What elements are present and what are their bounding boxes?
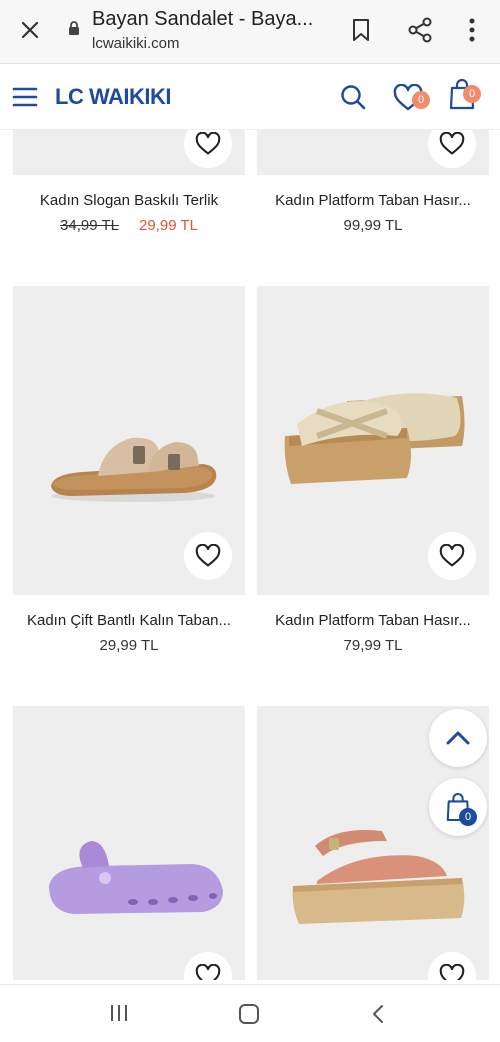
back-icon[interactable] [370,1003,386,1025]
price: 99,99 TL [343,217,403,234]
product-name[interactable]: Kadın Çift Bantlı Kalın Taban... [13,612,245,629]
more-icon[interactable] [462,16,482,44]
heart-icon [439,544,465,567]
product-price: 29,99 TL [13,637,245,654]
heart-icon [439,132,465,155]
system-nav-bar [0,984,500,1042]
browser-toolbar: Bayan Sandalet - Baya... lcwaikiki.com [0,0,500,64]
product-price: 99,99 TL [257,217,489,234]
recent-apps-icon[interactable] [108,1003,130,1023]
heart-icon [439,964,465,980]
product-card[interactable]: Kadın Slogan Baskılı Terlik 34,99 TL 29,9… [13,130,245,250]
heart-icon [195,964,221,980]
lock-icon [69,21,79,35]
menu-icon[interactable] [12,86,38,108]
favorites-badge: 0 [412,91,430,109]
product-card[interactable] [13,706,245,980]
page-title: Bayan Sandalet - Baya... [92,8,314,30]
product-name[interactable]: Kadın Slogan Baskılı Terlik [13,192,245,209]
price: 79,99 TL [343,637,403,654]
favorite-toggle[interactable] [184,532,232,580]
scroll-top-button[interactable] [429,709,487,767]
product-image[interactable] [13,706,245,980]
favorites-button[interactable]: 0 [393,83,433,116]
product-price: 79,99 TL [257,637,489,654]
product-name[interactable]: Kadın Platform Taban Hasır... [257,192,489,209]
favorite-toggle[interactable] [428,532,476,580]
product-card[interactable]: Kadın Platform Taban Hasır... 79,99 TL [257,286,489,666]
site-logo[interactable]: LC WAIKIKI [55,84,172,110]
cart-button[interactable]: 0 [448,78,488,118]
product-card[interactable]: Kadın Çift Bantlı Kalın Taban... 29,99 T… [13,286,245,666]
clog-image [49,841,223,914]
floating-cart-badge: 0 [459,808,477,826]
sale-price: 29,99 TL [139,217,198,234]
share-icon[interactable] [406,16,434,44]
floating-cart-button[interactable]: 0 [429,778,487,836]
product-price: 34,99 TL 29,99 TL [13,217,245,234]
bookmark-icon[interactable] [350,18,372,42]
close-icon[interactable] [16,16,44,44]
search-icon[interactable] [339,83,367,111]
site-header: LC WAIKIKI 0 0 [0,64,500,130]
product-card[interactable]: Kadın Platform Taban Hasır... 99,99 TL [257,130,489,250]
product-name[interactable]: Kadın Platform Taban Hasır... [257,612,489,629]
home-icon[interactable] [238,1003,260,1025]
heart-icon [195,544,221,567]
heart-icon [195,132,221,155]
old-price: 34,99 TL [60,217,119,234]
url-text[interactable]: lcwaikiki.com [92,35,180,52]
product-grid: Kadın Slogan Baskılı Terlik 34,99 TL 29,9… [0,130,500,980]
cart-badge: 0 [463,85,481,103]
chevron-up-icon [446,731,470,745]
price: 29,99 TL [99,637,159,654]
